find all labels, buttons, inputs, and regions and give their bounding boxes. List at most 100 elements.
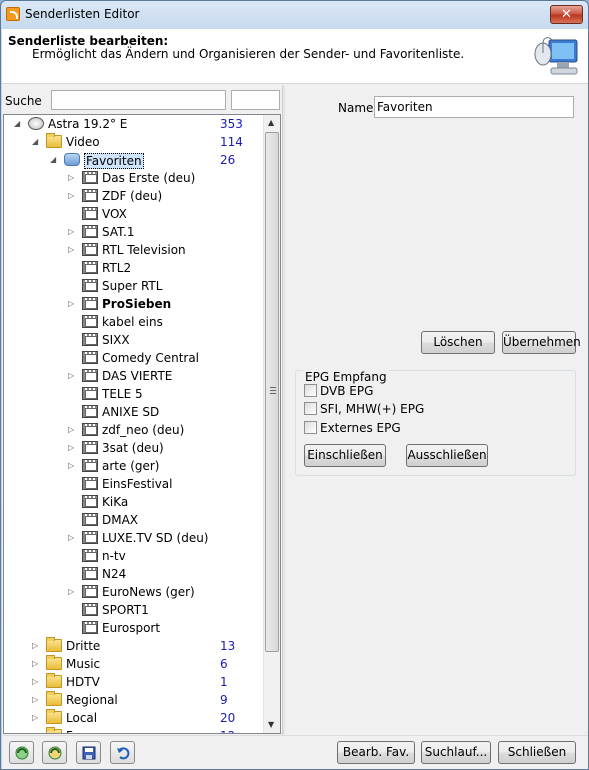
film-icon [82, 441, 98, 454]
tree-node-channel[interactable]: kabel eins [4, 313, 266, 331]
sfi-mhw-epg-label: SFI, MHW(+) EPG [320, 402, 425, 416]
refresh-list-button[interactable] [42, 741, 67, 764]
tree-node-channel[interactable]: n-tv [4, 547, 266, 565]
tree-node-folder[interactable]: ▷ Regional 9 [4, 691, 266, 709]
tree-node-channel[interactable]: ▷ Das Erste (deu) [4, 169, 266, 187]
tree-node-channel[interactable]: ANIXE SD [4, 403, 266, 421]
tree-node-label: LUXE.TV SD (deu) [102, 531, 209, 545]
expand-arrow-icon[interactable]: ▷ [32, 731, 40, 733]
tree-node-channel[interactable]: Comedy Central [4, 349, 266, 367]
expand-arrow-icon[interactable]: ▷ [68, 173, 76, 182]
expand-arrow-icon[interactable]: ▷ [68, 461, 76, 470]
tree-node-label: TELE 5 [102, 387, 143, 401]
tree-node-channel[interactable]: ▷ LUXE.TV SD (deu) [4, 529, 266, 547]
tree-node-channel[interactable]: TELE 5 [4, 385, 266, 403]
folder-icon [46, 691, 62, 706]
tree-node-channel[interactable]: VOX [4, 205, 266, 223]
folder-icon [46, 637, 62, 652]
expand-arrow-icon[interactable]: ▷ [32, 641, 40, 650]
tree-node-channel[interactable]: Eurosport [4, 619, 266, 637]
tree-node-channel[interactable]: ▷ ProSieben [4, 295, 266, 313]
tree-node-folder[interactable]: ▷ Local 20 [4, 709, 266, 727]
search-input[interactable] [51, 90, 226, 110]
expand-arrow-icon[interactable]: ▷ [68, 227, 76, 236]
undo-button[interactable] [110, 741, 135, 764]
expand-arrow-icon[interactable]: ▷ [68, 299, 76, 308]
save-button[interactable] [76, 741, 101, 764]
tree-node-satellite[interactable]: ◢ Astra 19.2° E 353 [4, 115, 266, 133]
tree-node-label: Regional [66, 693, 118, 707]
tree-node-channel[interactable]: SIXX [4, 331, 266, 349]
film-icon [82, 279, 98, 292]
expand-arrow-icon[interactable]: ▷ [68, 443, 76, 452]
expand-arrow-icon[interactable]: ▷ [68, 533, 76, 542]
search-input-secondary[interactable] [231, 90, 280, 110]
scan-button[interactable]: Suchlauf... [421, 741, 491, 764]
tree-node-channel[interactable]: SPORT1 [4, 601, 266, 619]
expand-arrow-icon[interactable]: ▷ [68, 425, 76, 434]
scroll-down-icon[interactable]: ▼ [268, 720, 274, 729]
tree-node-label: n-tv [102, 549, 126, 563]
tree-node-label: DMAX [102, 513, 139, 527]
name-input[interactable]: Favoriten [374, 96, 574, 118]
apply-button[interactable]: Übernehmen [502, 331, 581, 354]
include-button[interactable]: Einschließen [304, 444, 386, 467]
tree-node-channel[interactable]: EinsFestival [4, 475, 266, 493]
channel-tree[interactable]: ▲ ▼ ◢ Astra 19.2° E 353 ◢ Video 114 ◢ Favoriten… [3, 114, 281, 734]
tree-node-channel[interactable]: ▷ EuroNews (ger) [4, 583, 266, 601]
collapse-arrow-icon[interactable]: ◢ [32, 137, 40, 146]
film-icon [82, 495, 98, 508]
tree-node-channel[interactable]: ▷ RTL Television [4, 241, 266, 259]
dvb-epg-checkbox[interactable] [304, 384, 317, 397]
collapse-arrow-icon[interactable]: ◢ [50, 155, 58, 164]
dialog-header: Senderliste bearbeiten: Ermöglicht das Ä… [2, 29, 588, 84]
tree-node-video[interactable]: ◢ Video 114 [4, 133, 266, 151]
tree-node-label: SPORT1 [102, 603, 149, 617]
expand-arrow-icon[interactable]: ▷ [68, 587, 76, 596]
tree-node-channel[interactable]: Super RTL [4, 277, 266, 295]
tree-node-channel[interactable]: ▷ arte (ger) [4, 457, 266, 475]
delete-button[interactable]: Löschen [421, 331, 495, 354]
tree-node-count: 6 [220, 657, 228, 671]
tree-node-channel[interactable]: ▷ zdf_neo (deu) [4, 421, 266, 439]
film-icon [82, 333, 98, 346]
tree-node-channel[interactable]: ▷ SAT.1 [4, 223, 266, 241]
expand-arrow-icon[interactable]: ▷ [68, 371, 76, 380]
external-epg-label: Externes EPG [320, 421, 401, 435]
tree-node-channel[interactable]: N24 [4, 565, 266, 583]
epg-legend: EPG Empfang [303, 370, 389, 384]
tree-node-folder[interactable]: ▷ Music 6 [4, 655, 266, 673]
expand-arrow-icon[interactable]: ▷ [68, 245, 76, 254]
window-close-button[interactable]: ✕ [550, 5, 583, 24]
tree-node-folder[interactable]: ▷ HDTV 1 [4, 673, 266, 691]
tree-node-channel[interactable]: DMAX [4, 511, 266, 529]
tree-node-favorites[interactable]: ◢ Favoriten 26 [4, 151, 266, 169]
film-icon [82, 261, 98, 274]
tree-node-channel[interactable]: ▷ ZDF (deu) [4, 187, 266, 205]
expand-arrow-icon[interactable]: ▷ [32, 659, 40, 668]
expand-arrow-icon[interactable]: ▷ [32, 713, 40, 722]
external-epg-checkbox[interactable] [304, 421, 317, 434]
exclude-button[interactable]: Ausschließen [406, 444, 488, 467]
collapse-arrow-icon[interactable]: ◢ [14, 119, 22, 128]
edit-favorites-button[interactable]: Bearb. Fav. [337, 741, 415, 764]
close-button[interactable]: Schließen [498, 741, 576, 764]
scroll-up-icon[interactable]: ▲ [268, 118, 274, 127]
folder-icon [46, 673, 62, 688]
tree-node-channel[interactable]: RTL2 [4, 259, 266, 277]
folder-icon [46, 727, 62, 733]
expand-arrow-icon[interactable]: ▷ [32, 695, 40, 704]
tree-node-channel[interactable]: KiKa [4, 493, 266, 511]
name-label: Name [338, 101, 374, 115]
tree-node-folder[interactable]: ▷ France 12 [4, 727, 266, 733]
tree-node-channel[interactable]: ▷ DAS VIERTE [4, 367, 266, 385]
expand-arrow-icon[interactable]: ▷ [68, 191, 76, 200]
tree-node-label: EinsFestival [102, 477, 173, 491]
tree-node-folder[interactable]: ▷ Dritte 13 [4, 637, 266, 655]
tree-node-channel[interactable]: ▷ 3sat (deu) [4, 439, 266, 457]
sfi-mhw-epg-checkbox[interactable] [304, 402, 317, 415]
scrollbar-thumb[interactable] [265, 132, 279, 652]
expand-arrow-icon[interactable]: ▷ [32, 677, 40, 686]
refresh-satellite-button[interactable] [9, 741, 34, 764]
tree-node-label: SIXX [102, 333, 130, 347]
